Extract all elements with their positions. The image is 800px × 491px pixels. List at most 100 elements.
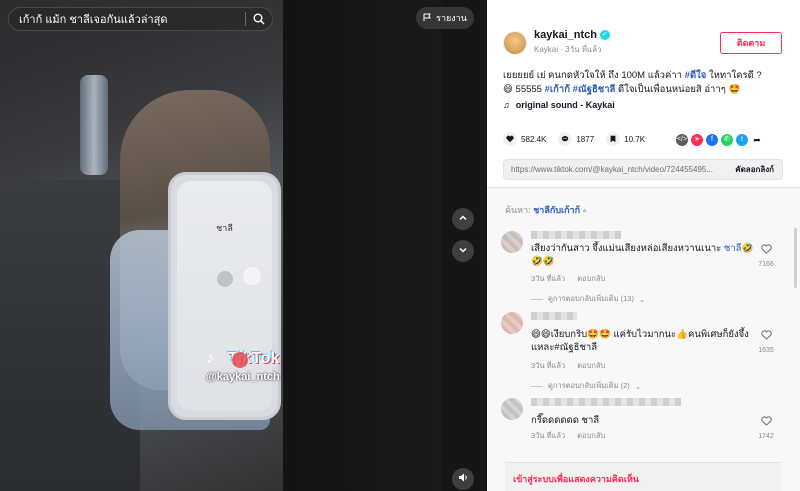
view-more-replies-label[interactable]: ดูการตอบกลับเพิ่มเติม (13) — [548, 293, 634, 305]
verified-badge-icon: ✓ — [599, 30, 610, 40]
twitter-icon[interactable]: t — [736, 134, 748, 146]
view-more-replies-label[interactable]: ดูการตอบกลับเพิ่มเติม (2) — [548, 380, 630, 392]
phone-call-title: ชาลี — [216, 223, 233, 233]
comment-like-button[interactable]: 1742 — [751, 413, 781, 440]
music-note-icon: ♫ — [503, 100, 510, 110]
search-input[interactable]: เก้าก้ แม้ก ชาลีเจอกันแล้วล่าสุด — [9, 10, 245, 28]
comment-avatar[interactable] — [501, 312, 523, 334]
comment-button[interactable]: 1877 — [558, 132, 594, 146]
creator-avatar[interactable] — [503, 30, 527, 55]
comment-count: 1877 — [576, 134, 595, 144]
search-icon[interactable] — [246, 7, 272, 31]
comment-meta: 3วัน ที่แล้ว ตอบกลับ — [531, 430, 605, 442]
view-more-replies[interactable]: ดูการตอบกลับเพิ่มเติม (2) ⌄ — [531, 380, 641, 392]
watermark-username: @kaykai_ntch — [206, 371, 280, 383]
phone-call-button — [217, 271, 233, 287]
share-icons: </> ➤ f ✆ t ➦ — [676, 134, 763, 146]
share-arrow-icon[interactable]: ➦ — [751, 134, 763, 146]
phone-speaker-button — [243, 267, 261, 285]
comments-section: ค้นหา: ชาลีกับเก้าก้ ⌕ เสียงว่ากันสาว จึ… — [487, 187, 800, 491]
comment-search-hint[interactable]: ค้นหา: ชาลีกับเก้าก้ ⌕ — [505, 203, 587, 217]
comment-meta: 3วัน ที่แล้ว ตอบกลับ — [531, 273, 605, 285]
caption-text: ดีใจเป็นเพื่อนหน่อยสิ อ่าาๆ 🤩 — [615, 84, 741, 95]
comment-like-count: 1635 — [758, 347, 774, 354]
search-hint-prefix: ค้นหา: — [505, 205, 531, 215]
search-bar[interactable]: เก้าก้ แม้ก ชาลีเจอกันแล้วล่าสุด — [8, 7, 273, 31]
next-video-button[interactable] — [452, 240, 474, 262]
copy-link-button[interactable]: คัดลอกลิงก์ — [727, 163, 782, 176]
speaker-icon — [458, 470, 469, 488]
hashtag-link[interactable]: #ดีใจ — [685, 70, 707, 81]
comment-like-count: 7166 — [758, 261, 774, 268]
details-panel: kaykai_ntch ✓ Kaykai · 3วัน ที่แล้ว ติดต… — [487, 0, 800, 491]
comment-text-part: เสียงว่ากันสาว จึ้งแม่นเสียงหล่อเสียงหวา… — [531, 243, 724, 254]
video-background — [283, 0, 443, 491]
comment-avatar[interactable] — [501, 231, 523, 253]
caption-text: ใหทาใครดี ? — [706, 70, 762, 81]
facebook-icon[interactable]: f — [706, 134, 718, 146]
tiktok-video-page: ชาลี ♪ TikTok @kaykai_ntch เก้าก้ แม้ก ช… — [0, 0, 800, 491]
send-icon[interactable]: ➤ — [691, 134, 703, 146]
follow-button[interactable]: ติดตาม — [720, 32, 782, 54]
reply-button[interactable]: ตอบกลับ — [577, 431, 605, 440]
hashtag-link[interactable]: #เก้าก้ — [545, 84, 570, 95]
report-label: รายงาน — [436, 13, 467, 23]
tiktok-watermark: ♪ TikTok @kaykai_ntch — [206, 350, 280, 383]
like-button[interactable]: 582.4K — [503, 132, 546, 146]
search-small-icon: ⌕ — [582, 208, 587, 215]
sound-link[interactable]: ♫ original sound - Kaykai — [503, 100, 615, 110]
comment-text: 😄😄เงียบกริบ🤩🤩 แค่รับไวมากนะ👍คนพิเศษก็ยัง… — [531, 328, 756, 354]
comment-keyword[interactable]: ชาลี — [724, 243, 742, 254]
creator-subtitle: Kaykai · 3วัน ที่แล้ว — [534, 45, 602, 54]
creator-info[interactable]: kaykai_ntch ✓ Kaykai · 3วัน ที่แล้ว — [503, 29, 610, 56]
volume-button[interactable] — [452, 468, 474, 490]
previous-video-button[interactable] — [452, 208, 474, 230]
tiktok-note-icon: ♪ — [206, 350, 214, 367]
caption-text: 😄 55555 — [503, 84, 545, 95]
heart-outline-icon — [760, 330, 772, 340]
video-player[interactable]: ชาลี ♪ TikTok @kaykai_ntch เก้าก้ แม้ก ช… — [0, 0, 487, 491]
save-button[interactable]: 10.7K — [606, 132, 645, 146]
reply-line — [531, 298, 543, 300]
search-hint-keyword[interactable]: ชาลีกับเก้าก้ — [533, 205, 580, 215]
comment-like-button[interactable]: 7166 — [751, 241, 781, 268]
save-count: 10.7K — [624, 134, 646, 144]
video-frame[interactable]: ชาลี ♪ TikTok @kaykai_ntch — [0, 0, 283, 491]
hashtag-link[interactable]: #ณัฐธิชาลี — [573, 84, 616, 95]
chevron-up-icon — [458, 210, 468, 228]
comments-scrollbar[interactable] — [794, 228, 797, 288]
chevron-down-icon: ⌄ — [634, 381, 642, 391]
reply-button[interactable]: ตอบกลับ — [577, 361, 605, 370]
view-more-replies[interactable]: ดูการตอบกลับเพิ่มเติม (13) ⌄ — [531, 293, 645, 305]
chevron-down-icon: ⌄ — [638, 294, 646, 304]
comment-text-part: กรี๊ดดดดดด ชาลี — [531, 415, 600, 426]
login-to-comment-prompt[interactable]: เข้าสู่ระบบเพื่อแสดงความคิดเห็น — [505, 462, 781, 491]
reply-line — [531, 385, 543, 387]
caption-text: คนกดหัวใจให้ ถึง 100M แล้วค่าา — [548, 70, 685, 81]
embed-icon[interactable]: </> — [676, 134, 688, 146]
creator-username[interactable]: kaykai_ntch — [534, 29, 597, 41]
video-link-box: https://www.tiktok.com/@kaykai_ntch/vide… — [503, 159, 783, 180]
report-button[interactable]: รายงาน — [416, 7, 474, 29]
comment-username[interactable] — [531, 398, 681, 406]
comment-time: 3วัน ที่แล้ว — [531, 274, 566, 283]
video-caption: เยยยยย์ เย่ คนกดหัวใจให้ ถึง 100M แล้วค่… — [503, 69, 788, 97]
comment-avatar[interactable] — [501, 398, 523, 420]
comment-text-part: 😄😄เงียบกริบ🤩🤩 แค่รับไวมากนะ👍คนพิเศษก็ยัง… — [531, 329, 749, 353]
reply-button[interactable]: ตอบกลับ — [577, 274, 605, 283]
like-count: 582.4K — [521, 134, 547, 144]
comment-icon — [558, 132, 573, 146]
heart-outline-icon — [760, 244, 772, 254]
comment-like-count: 1742 — [758, 433, 774, 440]
chevron-down-icon — [458, 242, 468, 260]
comment-username[interactable] — [531, 312, 577, 320]
flag-icon — [423, 13, 432, 24]
comment-text: เสียงว่ากันสาว จึ้งแม่นเสียงหล่อเสียงหวา… — [531, 242, 756, 268]
whatsapp-icon[interactable]: ✆ — [721, 134, 733, 146]
video-link-url[interactable]: https://www.tiktok.com/@kaykai_ntch/vide… — [504, 165, 727, 174]
comment-username[interactable] — [531, 231, 621, 239]
comment-like-button[interactable]: 1635 — [751, 327, 781, 354]
video-scene-bottle — [80, 75, 108, 175]
comment-text: กรี๊ดดดดดด ชาลี — [531, 414, 756, 427]
sound-label[interactable]: original sound - Kaykai — [516, 100, 615, 110]
